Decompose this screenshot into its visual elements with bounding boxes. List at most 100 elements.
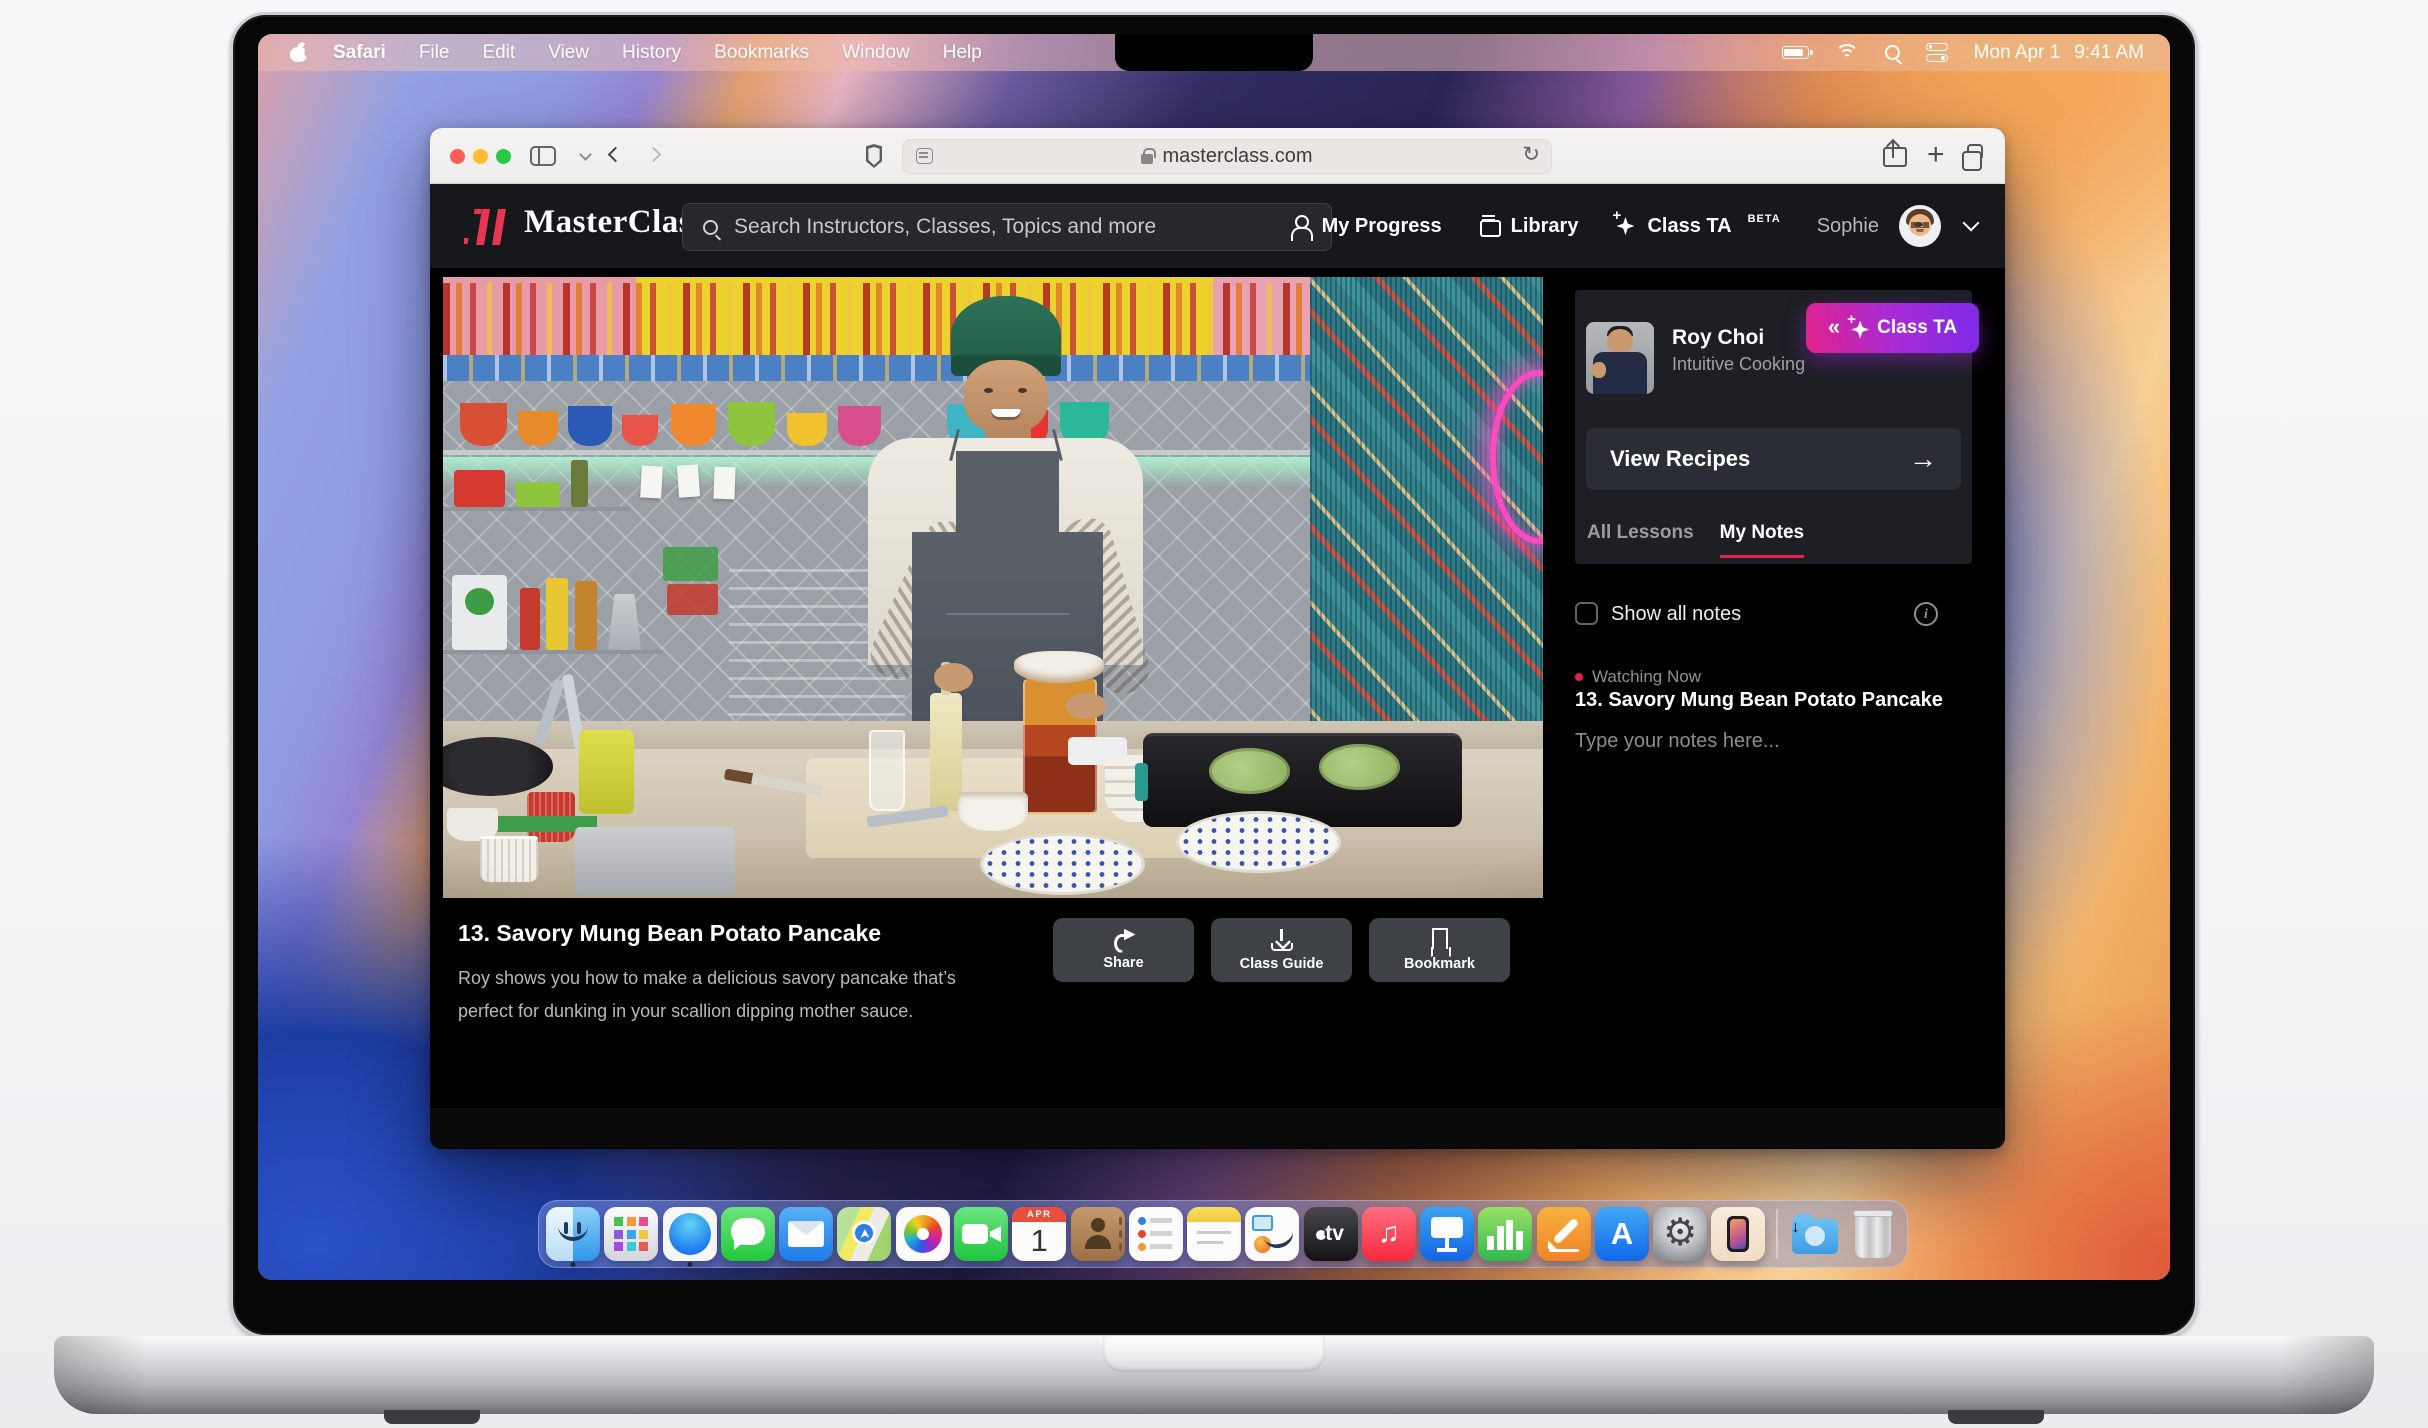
macbook-screen: Safari File Edit View History Bookmarks Window…	[258, 34, 2170, 1280]
search-icon	[703, 220, 718, 235]
bookmark-button[interactable]: Bookmark	[1369, 918, 1510, 982]
info-icon[interactable]: i	[1914, 602, 1938, 626]
lesson-description: Roy shows you how to make a delicious sa…	[458, 962, 1003, 1028]
masterclass-logo-icon[interactable]	[464, 207, 512, 245]
dock-mail-icon[interactable]	[779, 1206, 833, 1262]
safari-toolbar: masterclass.com ↻ +	[430, 128, 2005, 184]
tab-overview-icon[interactable]	[1967, 144, 1983, 160]
dock-launchpad-icon[interactable]	[604, 1206, 658, 1262]
dock-safari-icon[interactable]	[663, 1206, 717, 1262]
tab-all-lessons[interactable]: All Lessons	[1587, 522, 1694, 544]
share-button[interactable]: Share	[1053, 918, 1194, 982]
dock: APR1 tv♫ A⚙ ↓	[538, 1200, 1908, 1268]
dock-reminders-icon[interactable]	[1129, 1206, 1183, 1262]
show-all-notes-checkbox[interactable]	[1575, 602, 1598, 625]
url-text[interactable]: masterclass.com	[1162, 145, 1312, 168]
dock-settings-icon[interactable]: ⚙	[1653, 1206, 1707, 1262]
dock-maps-icon[interactable]	[837, 1206, 891, 1262]
lesson-actions: Share Class Guide Bookmark	[1053, 918, 1510, 982]
dock-iphone-icon[interactable]	[1711, 1206, 1765, 1262]
dock-keynote-icon[interactable]	[1420, 1206, 1474, 1262]
watching-now: Watching Now	[1575, 667, 1701, 687]
search-input[interactable]: Search Instructors, Classes, Topics and …	[682, 203, 1332, 251]
view-recipes-button[interactable]: View Recipes →	[1586, 428, 1961, 490]
new-tab-icon[interactable]: +	[1927, 138, 1945, 172]
menu-help[interactable]: Help	[943, 42, 982, 64]
laptop-foot	[1948, 1410, 2044, 1424]
sparkle-icon	[1849, 319, 1868, 338]
forward-button[interactable]	[646, 147, 662, 163]
wifi-icon[interactable]	[1835, 44, 1859, 61]
show-all-notes-label: Show all notes	[1611, 603, 1741, 626]
address-bar[interactable]: masterclass.com ↻	[902, 139, 1552, 174]
privacy-shield-icon[interactable]	[864, 144, 884, 168]
video-player[interactable]	[443, 277, 1543, 898]
menu-bookmarks[interactable]: Bookmarks	[714, 42, 809, 64]
screenshot-canvas: Safari File Edit View History Bookmarks Window…	[0, 0, 2428, 1428]
reload-icon[interactable]: ↻	[1522, 142, 1540, 167]
library-icon	[1478, 215, 1500, 237]
menu-view[interactable]: View	[548, 42, 589, 64]
sidebar-toggle-icon[interactable]	[530, 146, 556, 166]
instructor-thumbnail[interactable]	[1586, 322, 1654, 394]
battery-icon[interactable]	[1782, 46, 1809, 59]
menu-window[interactable]: Window	[842, 42, 910, 64]
laptop-base	[54, 1336, 2374, 1414]
nav-account[interactable]: Sophie	[1817, 215, 1879, 238]
apple-menu-icon[interactable]	[290, 43, 307, 62]
dock-music-icon[interactable]: ♫	[1362, 1206, 1416, 1262]
sparkle-icon	[1614, 215, 1636, 237]
zoom-window-button[interactable]	[496, 149, 511, 164]
dock-freeform-icon[interactable]	[1245, 1206, 1299, 1262]
tab-my-notes[interactable]: My Notes	[1720, 522, 1804, 544]
dock-photos-icon[interactable]	[896, 1206, 950, 1262]
menu-edit[interactable]: Edit	[482, 42, 515, 64]
nav-library[interactable]: Library	[1478, 215, 1579, 238]
nav-class-ta[interactable]: Class TA BETA	[1614, 215, 1780, 238]
dock-finder-icon[interactable]	[546, 1206, 600, 1262]
share-page-icon[interactable]	[1883, 141, 1903, 167]
dock-downloads-icon[interactable]: ↓	[1788, 1206, 1842, 1262]
dock-trash-icon[interactable]	[1846, 1206, 1900, 1262]
account-chevron-icon[interactable]	[1963, 215, 1980, 232]
menu-file[interactable]: File	[419, 42, 450, 64]
back-button[interactable]	[608, 147, 624, 163]
dock-facetime-icon[interactable]	[954, 1206, 1008, 1262]
close-window-button[interactable]	[450, 149, 465, 164]
user-name: Sophie	[1817, 215, 1879, 238]
dock-calendar-icon[interactable]: APR1	[1012, 1206, 1066, 1262]
class-guide-button[interactable]: Class Guide	[1211, 918, 1352, 982]
dock-notes-icon[interactable]	[1187, 1206, 1241, 1262]
course-panel: Roy Choi Intuitive Cooking « Class TA Vi…	[1575, 290, 1972, 564]
menu-date[interactable]: Mon Apr 1	[1974, 42, 2061, 64]
spotlight-search-icon[interactable]	[1885, 45, 1900, 60]
menu-safari[interactable]: Safari	[333, 42, 386, 64]
notes-lesson-title: 13. Savory Mung Bean Potato Pancake	[1575, 689, 1943, 712]
masterclass-wordmark[interactable]: MasterClass	[524, 204, 705, 241]
page-settings-icon[interactable]	[916, 148, 933, 164]
minimize-window-button[interactable]	[473, 149, 488, 164]
course-name: Intuitive Cooking	[1672, 354, 1805, 375]
share-icon	[1112, 930, 1136, 948]
dock-appletv-icon[interactable]: tv	[1303, 1206, 1357, 1262]
control-center-icon[interactable]	[1926, 43, 1948, 62]
sidebar-chevron-icon[interactable]	[579, 148, 592, 161]
nav-my-progress[interactable]: My Progress	[1291, 215, 1442, 238]
masterclass-header: MasterClass Search Instructors, Classes,…	[430, 184, 2005, 268]
lesson-title: 13. Savory Mung Bean Potato Pancake	[458, 920, 881, 947]
dock-contacts-icon[interactable]	[1070, 1206, 1124, 1262]
dock-numbers-icon[interactable]	[1478, 1206, 1532, 1262]
notes-input[interactable]: Type your notes here...	[1575, 730, 1780, 753]
dock-appstore-icon[interactable]: A	[1595, 1206, 1649, 1262]
menu-time[interactable]: 9:41 AM	[2074, 42, 2144, 64]
watching-now-dot	[1575, 673, 1583, 681]
menu-history[interactable]: History	[622, 42, 681, 64]
lesson-tabs: All Lessons My Notes	[1587, 522, 1804, 544]
dock-messages-icon[interactable]	[721, 1206, 775, 1262]
dock-pages-icon[interactable]	[1537, 1206, 1591, 1262]
class-ta-button[interactable]: « Class TA	[1806, 303, 1979, 353]
user-avatar[interactable]	[1899, 205, 1941, 247]
instructor-name: Roy Choi	[1672, 326, 1764, 350]
lock-icon	[1141, 154, 1153, 164]
beta-badge: BETA	[1748, 213, 1781, 225]
